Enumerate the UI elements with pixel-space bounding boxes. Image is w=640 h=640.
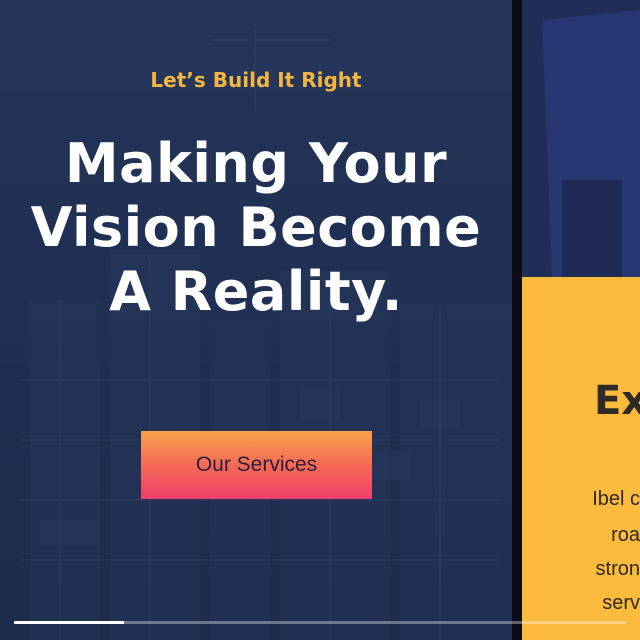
body-line: roa (611, 524, 640, 546)
body-line: stron (595, 558, 640, 580)
worker-photo (522, 0, 640, 277)
hero-eyebrow: Let’s Build It Right (150, 68, 362, 92)
slide-divider (512, 0, 522, 640)
hero-headline: Making Your Vision Become A Reality. (0, 132, 512, 324)
our-services-button[interactable]: Our Services (141, 431, 372, 499)
yellow-content-panel (522, 277, 640, 640)
headline-line: Making Your (64, 132, 448, 195)
slider-progress-track[interactable] (14, 621, 626, 624)
headline-line: Vision Become (30, 196, 482, 259)
hero-slide: Let’s Build It Right Making Your Vision … (0, 0, 512, 640)
next-slide-heading: Ex (594, 378, 640, 424)
next-slide-preview[interactable]: Ex Ibel c roa stron serv (522, 0, 640, 640)
body-line: serv (602, 592, 640, 614)
body-line: Ibel c (592, 488, 640, 510)
slider-progress-fill (14, 621, 125, 624)
headline-line: A Reality. (109, 260, 403, 323)
